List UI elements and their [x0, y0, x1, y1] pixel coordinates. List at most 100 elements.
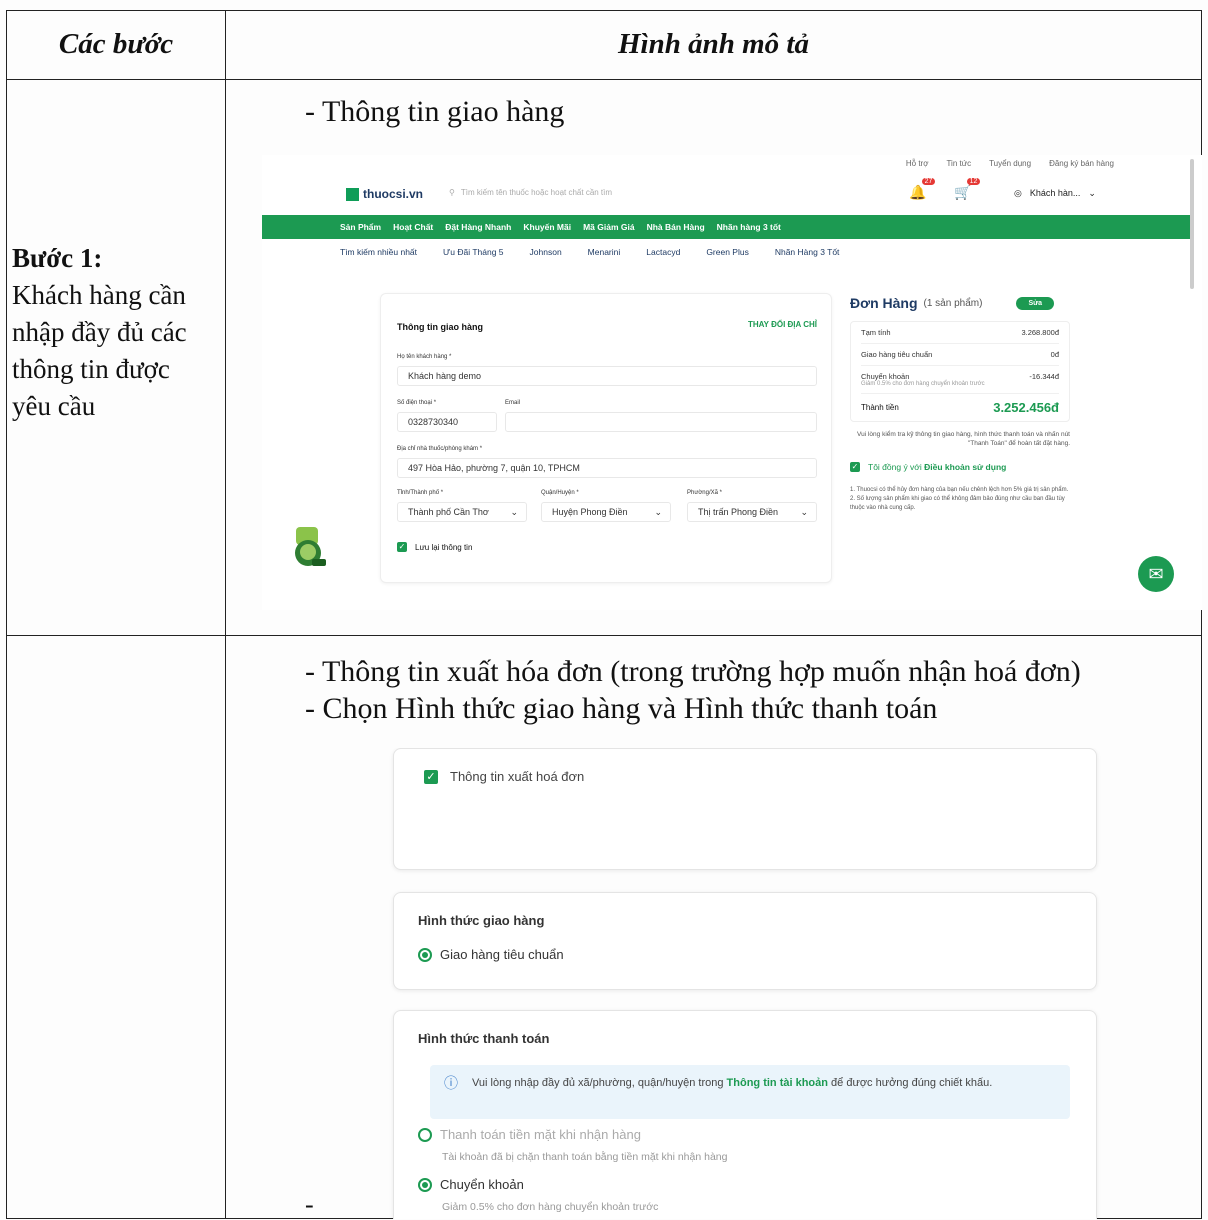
quick-link[interactable]: Johnson	[530, 247, 562, 257]
messenger-icon[interactable]: ✉	[1138, 556, 1174, 592]
invoice-card: ✓ Thông tin xuất hoá đơn	[393, 748, 1097, 870]
cart-badge: 12	[966, 178, 981, 185]
toplink-careers[interactable]: Tuyển dụng	[989, 159, 1031, 168]
scrollbar[interactable]	[1190, 159, 1194, 289]
header-divider	[7, 79, 1201, 80]
radio-selected-icon	[418, 1177, 432, 1192]
header-images: Hình ảnh mô tả	[618, 27, 809, 60]
toplink-news[interactable]: Tin tức	[946, 159, 971, 168]
payment-method-title: Hình thức thanh toán	[418, 1031, 550, 1046]
nav-coupons[interactable]: Mã Giảm Giá	[583, 222, 635, 232]
trailing-dash: -	[305, 1190, 314, 1219]
site-header: Hỗ trợ Tin tức Tuyển dụng Đăng ký bán hà…	[262, 155, 1202, 215]
site-logo[interactable]: thuocsi.vn	[346, 187, 423, 201]
bell-icon[interactable]: 🔔 27	[909, 178, 936, 201]
cash-payment-radio[interactable]: Thanh toán tiền mặt khi nhận hàng	[418, 1127, 641, 1142]
email-label: Email	[505, 400, 521, 406]
quick-link[interactable]: Ưu Đãi Tháng 5	[443, 247, 504, 257]
discount-info-banner: ⓘ Vui lòng nhập đầy đủ xã/phường, quận/h…	[430, 1065, 1070, 1119]
toplink-seller-signup[interactable]: Đăng ký bán hàng	[1049, 159, 1114, 168]
account-name: Khách hàn...	[1029, 188, 1081, 198]
top-links: Hỗ trợ Tin tức Tuyển dụng Đăng ký bán hà…	[906, 159, 1114, 168]
main-nav: Sản Phẩm Hoạt Chất Đặt Hàng Nhanh Khuyến…	[262, 215, 1190, 239]
chevron-down-icon: ⌄	[654, 506, 662, 517]
row2-caption-2: - Chọn Hình thức giao hàng và Hình thức …	[305, 692, 938, 725]
check-icon: ✓	[850, 462, 860, 472]
row1-caption: - Thông tin giao hàng	[305, 95, 565, 128]
quick-links: Tìm kiếm nhiều nhất Ưu Đãi Tháng 5 Johns…	[340, 247, 839, 257]
quick-link[interactable]: Nhãn Hàng 3 Tốt	[775, 247, 840, 257]
step1-description: Khách hàng cần nhập đầy đủ các thông tin…	[12, 280, 187, 421]
province-select[interactable]: Thành phố Cần Thơ ⌄	[397, 502, 527, 522]
address-label: Địa chỉ nhà thuốc/phòng khám *	[397, 446, 483, 452]
cart-icon[interactable]: 🛒 12	[954, 178, 981, 201]
chevron-down-icon: ⌄	[1088, 188, 1096, 198]
phone-field[interactable]: 0328730340	[397, 412, 497, 432]
radio-selected-icon	[418, 947, 432, 962]
account-info-link[interactable]: Thông tin tài khoản	[727, 1077, 828, 1089]
nav-promotions[interactable]: Khuyến Mãi	[523, 222, 571, 232]
subtotal-row: Tạm tính 3.268.800đ	[861, 322, 1059, 344]
standard-shipping-radio[interactable]: Giao hàng tiêu chuẩn	[418, 947, 564, 962]
email-field[interactable]	[505, 412, 817, 432]
account-menu[interactable]: ◎ Khách hàn... ⌄	[1014, 188, 1096, 199]
form-title: Thông tin giao hàng	[397, 322, 483, 332]
phone-label: Số điện thoại *	[397, 400, 437, 406]
quick-link[interactable]: Green Plus	[706, 247, 749, 257]
order-summary: Đơn Hàng (1 sản phẩm) Sửa Tạm tính 3.268.80…	[850, 295, 1070, 513]
payment-options-screenshot: ✓ Thông tin xuất hoá đơn Hình thức giao h…	[385, 748, 1105, 1219]
shipping-method-title: Hình thức giao hàng	[418, 913, 545, 928]
ward-label: Phường/Xã *	[687, 490, 722, 496]
toplink-support[interactable]: Hỗ trợ	[906, 159, 929, 168]
order-notes: 1. Thuocsi có thể hủy đơn hàng của bạn n…	[850, 487, 1069, 511]
shipping-method-card: Hình thức giao hàng Giao hàng tiêu chuẩn	[393, 892, 1097, 990]
summary-box: Tạm tính 3.268.800đ Giao hàng tiêu chuẩn 0…	[850, 321, 1070, 422]
ward-select[interactable]: Thị trấn Phong Điền ⌄	[687, 502, 817, 522]
quick-link[interactable]: Menarini	[588, 247, 621, 257]
name-field[interactable]: Khách hàng demo	[397, 366, 817, 386]
logo-icon	[346, 187, 359, 201]
total-value: 3.252.456đ	[993, 400, 1059, 415]
district-label: Quận/Huyện *	[541, 490, 579, 496]
logo-text: thuocsi.vn	[363, 187, 424, 201]
row-divider	[7, 635, 1201, 636]
quick-link[interactable]: Tìm kiếm nhiều nhất	[340, 247, 417, 257]
chevron-down-icon: ⌄	[510, 506, 518, 517]
invoice-checkbox[interactable]: ✓ Thông tin xuất hoá đơn	[424, 769, 584, 784]
notification-badge: 27	[921, 178, 936, 185]
check-icon: ✓	[424, 769, 438, 784]
step1-title: Bước 1:	[12, 243, 103, 273]
payment-method-card: Hình thức thanh toán ⓘ Vui lòng nhập đầy…	[393, 1010, 1097, 1219]
shipping-row: Giao hàng tiêu chuẩn 0đ	[861, 344, 1059, 366]
transfer-row: Chuyển khoản Giảm 0.5% cho đơn hàng chuyể…	[861, 366, 1059, 394]
cash-payment-note: Tài khoản đã bị chặn thanh toán bằng tiề…	[442, 1151, 728, 1163]
shipping-form: Thông tin giao hàng THAY ĐỔI ĐỊA CHỈ Họ …	[380, 293, 832, 583]
column-divider	[225, 11, 226, 1218]
radio-unselected-icon	[418, 1127, 432, 1142]
nav-ingredients[interactable]: Hoạt Chất	[393, 222, 433, 232]
save-info-checkbox[interactable]: ✓ Lưu lại thông tin	[397, 542, 472, 552]
search-icon: ⚲	[449, 188, 455, 197]
check-icon: ✓	[397, 542, 407, 552]
total-row: Thành tiền 3.252.456đ	[861, 400, 1059, 415]
shipping-info-screenshot: Hỗ trợ Tin tức Tuyển dụng Đăng ký bán hà…	[262, 155, 1202, 610]
change-address-link[interactable]: THAY ĐỔI ĐỊA CHỈ	[748, 320, 817, 329]
nav-top-brands[interactable]: Nhãn hàng 3 tốt	[717, 222, 781, 232]
user-icon: ◎	[1014, 188, 1022, 198]
mascot-icon	[295, 527, 326, 566]
transfer-payment-note: Giảm 0.5% cho đơn hàng chuyển khoản trướ…	[442, 1201, 659, 1213]
chevron-down-icon: ⌄	[800, 506, 808, 517]
checkout-note: Vui lòng kiểm tra kỹ thông tin giao hàng…	[857, 431, 1070, 447]
edit-order-button[interactable]: Sửa	[1016, 296, 1055, 310]
district-select[interactable]: Huyện Phong Điền ⌄	[541, 502, 671, 522]
nav-quick-order[interactable]: Đặt Hàng Nhanh	[445, 222, 511, 232]
search-bar[interactable]: ⚲ Tìm kiếm tên thuốc hoặc hoạt chất cần t…	[449, 188, 612, 197]
order-title: Đơn Hàng	[850, 295, 918, 311]
province-label: Tỉnh/Thành phố *	[397, 490, 444, 496]
transfer-payment-radio[interactable]: Chuyển khoản	[418, 1177, 524, 1192]
nav-sellers[interactable]: Nhà Bán Hàng	[647, 222, 705, 232]
quick-link[interactable]: Lactacyd	[646, 247, 680, 257]
nav-products[interactable]: Sản Phẩm	[340, 222, 381, 232]
terms-checkbox[interactable]: ✓ Tôi đồng ý với Điều khoản sử dụng	[850, 462, 1070, 472]
address-field[interactable]: 497 Hòa Hảo, phường 7, quận 10, TPHCM	[397, 458, 817, 478]
